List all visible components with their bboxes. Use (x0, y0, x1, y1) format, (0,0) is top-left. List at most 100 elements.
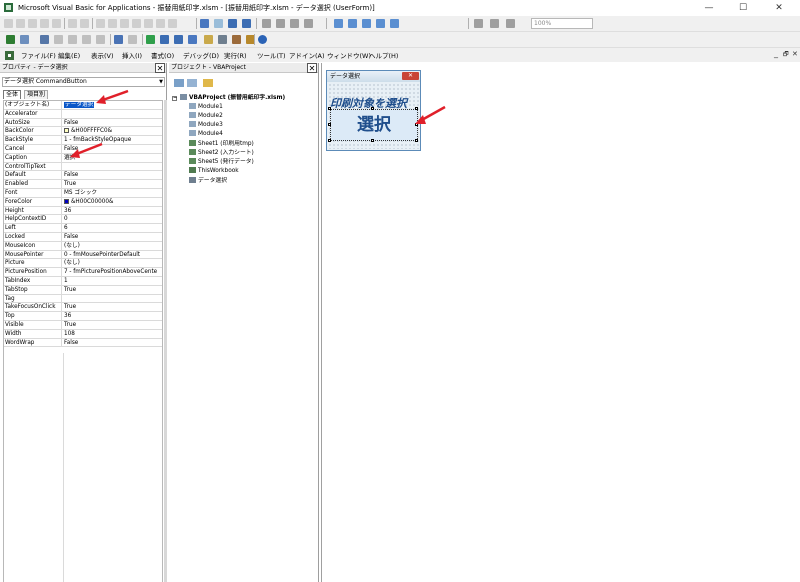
userform-close-button[interactable]: ✕ (402, 72, 419, 80)
view-code-icon[interactable] (174, 79, 184, 87)
run-icon[interactable] (214, 19, 223, 28)
properties-scrollbar[interactable] (164, 100, 167, 582)
close-window-button[interactable]: ✕ (764, 0, 794, 16)
property-value[interactable]: False (64, 171, 162, 179)
property-row[interactable]: Height 36 (4, 206, 162, 216)
save-icon[interactable] (40, 35, 49, 44)
break-icon[interactable] (228, 19, 237, 28)
quick-info-icon[interactable] (28, 19, 37, 28)
object-browser-icon[interactable] (232, 35, 241, 44)
property-value[interactable]: 0 (64, 215, 162, 223)
tree-item-sheet2[interactable]: Sheet2 (入力シート) (189, 149, 254, 157)
property-value[interactable]: False (64, 339, 162, 347)
minimize-button[interactable]: — (694, 0, 724, 16)
property-row[interactable]: Left 6 (4, 224, 162, 233)
complete-word-icon[interactable] (52, 19, 61, 28)
design-mode-icon[interactable] (200, 19, 209, 28)
property-value[interactable]: &H00FFFFC0& (71, 128, 112, 134)
undo-icon[interactable] (114, 35, 123, 44)
menu-run[interactable]: 実行(R) (224, 50, 247, 60)
find-icon[interactable] (96, 35, 105, 44)
comment-block-icon[interactable] (108, 19, 117, 28)
align-icon[interactable] (348, 19, 357, 28)
property-value[interactable]: 6 (64, 224, 162, 232)
property-row[interactable]: TabStop True (4, 285, 162, 295)
property-row[interactable]: Visible True (4, 320, 162, 330)
arrange-icon[interactable] (474, 19, 483, 28)
project-explorer-icon[interactable] (204, 35, 213, 44)
cut-icon[interactable] (54, 35, 63, 44)
vba-menu-icon[interactable] (5, 51, 14, 60)
property-value[interactable] (64, 295, 162, 303)
tree-root[interactable]: − VBAProject (振替用紙印字.xlsm) (172, 94, 285, 102)
property-row[interactable]: Default False (4, 171, 162, 181)
property-value[interactable]: 36 (64, 207, 162, 215)
property-row[interactable]: WordWrap False (4, 338, 162, 348)
property-value[interactable] (64, 163, 162, 171)
property-value[interactable]: True (64, 180, 162, 188)
tree-item-module3[interactable]: Module3 (189, 121, 223, 129)
property-value-selected[interactable]: データ選択 (64, 102, 95, 108)
bookmark-icon[interactable] (132, 19, 141, 28)
tree-item-sheet1[interactable]: Sheet1 (印刷用tmp) (189, 140, 254, 148)
tree-item-thisworkbook[interactable]: ThisWorkbook (189, 167, 239, 175)
list-constants-icon[interactable] (16, 19, 25, 28)
property-value[interactable]: False (64, 233, 162, 241)
collapse-icon[interactable]: − (172, 96, 177, 101)
tree-item-userform[interactable]: データ選択 (189, 177, 227, 185)
property-value[interactable]: True (64, 286, 162, 294)
close-project-icon[interactable]: ✕ (307, 63, 317, 73)
object-selector-dropdown[interactable]: データ選択 CommandButton ▼ (2, 77, 165, 87)
paste-icon[interactable] (82, 35, 91, 44)
property-value[interactable]: 108 (64, 330, 162, 338)
property-row[interactable]: MousePointer 0 - fmMousePointerDefault (4, 250, 162, 260)
property-row[interactable]: Accelerator (4, 109, 162, 119)
form-grid-icon[interactable] (334, 19, 343, 28)
resize-handle[interactable] (371, 107, 374, 110)
property-row[interactable]: Font MS ゴシック (4, 188, 162, 198)
property-row[interactable]: Tag (4, 294, 162, 304)
view-excel-icon[interactable] (6, 35, 15, 44)
reset-sub-icon[interactable] (174, 35, 183, 44)
watch-icon[interactable] (304, 19, 313, 28)
resize-handle[interactable] (328, 123, 331, 126)
next-bookmark-icon[interactable] (144, 19, 153, 28)
property-value[interactable]: True (64, 321, 162, 329)
tab-category[interactable]: 項目別 (24, 90, 49, 99)
property-row[interactable]: Width 108 (4, 329, 162, 339)
property-row[interactable]: PicturePosition 7 - fmPicturePositionAbov… (4, 268, 162, 277)
mdi-minimize-button[interactable]: _ (774, 49, 778, 58)
step-into-icon[interactable] (262, 19, 271, 28)
property-value[interactable]: 7 - fmPicturePositionAboveCente (64, 268, 162, 276)
uncomment-block-icon[interactable] (120, 19, 129, 28)
size-icon[interactable] (376, 19, 385, 28)
property-value[interactable]: True (64, 303, 162, 311)
menu-view[interactable]: 表示(V) (91, 50, 114, 60)
property-value[interactable]: MS ゴシック (64, 189, 162, 197)
tree-item-module4[interactable]: Module4 (189, 130, 223, 138)
indent-icon[interactable] (68, 19, 77, 28)
property-value[interactable]: (なし) (64, 259, 162, 267)
property-row[interactable]: Locked False (4, 232, 162, 242)
resize-handle[interactable] (328, 139, 331, 142)
zoom-icon[interactable] (390, 19, 399, 28)
property-value[interactable]: (なし) (64, 242, 162, 250)
outdent-icon[interactable] (80, 19, 89, 28)
group-icon[interactable] (490, 19, 499, 28)
tree-item-module2[interactable]: Module2 (189, 112, 223, 120)
property-row[interactable]: TakeFocusOnClick True (4, 303, 162, 313)
property-row[interactable]: AutoSize False (4, 118, 162, 128)
property-value[interactable]: &H00C00000& (71, 199, 113, 205)
menu-insert[interactable]: 挿入(I) (122, 50, 142, 60)
menu-file[interactable]: ファイル(F) (21, 50, 56, 60)
clear-bookmarks-icon[interactable] (168, 19, 177, 28)
reset-icon[interactable] (242, 19, 251, 28)
menu-debug[interactable]: デバッグ(D) (183, 50, 219, 60)
design-mode-sub-icon[interactable] (188, 35, 197, 44)
close-properties-icon[interactable]: ✕ (155, 63, 165, 73)
select-command-button[interactable]: 選択 (330, 109, 418, 141)
property-row[interactable]: BackColor &H00FFFFC0& (4, 127, 162, 137)
property-value[interactable]: 36 (64, 312, 162, 320)
userform-window[interactable]: データ選択 ✕ 印刷対象を選択 選択 (326, 70, 421, 151)
properties-window-icon[interactable] (218, 35, 227, 44)
